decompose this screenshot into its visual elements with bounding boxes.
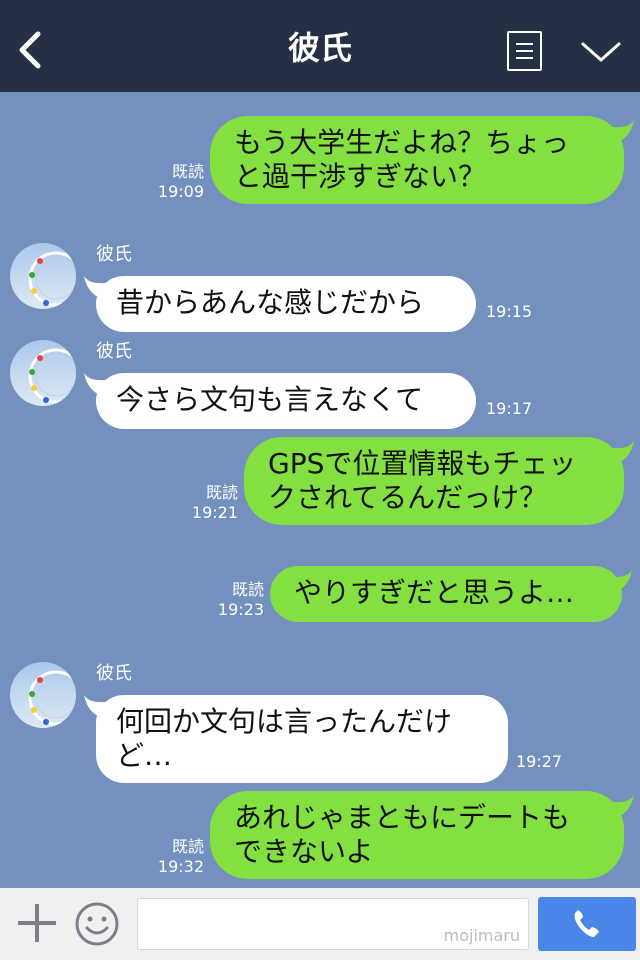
message-meta: 既読 19:09 xyxy=(150,162,204,202)
note-menu-icon[interactable] xyxy=(507,31,542,71)
input-bar: mojimaru xyxy=(0,888,640,960)
plus-icon[interactable] xyxy=(16,902,58,944)
message-text-line: 何回か文句は言ったんだけ xyxy=(116,705,453,738)
message-time: 19:15 xyxy=(486,302,533,321)
message-time: 19:17 xyxy=(486,399,533,418)
avatar[interactable] xyxy=(10,662,76,728)
bubble-tail xyxy=(604,570,632,594)
message-input[interactable]: mojimaru xyxy=(137,898,529,950)
ferris-wheel-photo xyxy=(28,251,76,307)
read-receipt: 既読 xyxy=(171,162,204,181)
watermark-text: mojimaru xyxy=(443,926,520,945)
message-text-line: ど… xyxy=(116,739,173,772)
message-time: 19:32 xyxy=(157,857,204,876)
sender-name: 彼氏 xyxy=(96,663,132,684)
message-text-line: できないよ xyxy=(234,835,374,868)
incoming-message-bubble[interactable]: 何回か文句は言ったんだけ ど… xyxy=(84,695,508,783)
message-text-line: と過干渉すぎない？ xyxy=(234,160,487,193)
bubble-tail xyxy=(606,795,634,819)
message-text-line: クされてるんだっけ？ xyxy=(268,481,548,514)
bubble-tail xyxy=(84,695,112,719)
read-receipt: 既読 xyxy=(231,580,264,599)
message-text-line: GPSで位置情報もチェッ xyxy=(268,447,577,480)
chat-area[interactable]: 既読 19:09 もう大学生だよね？ちょっ と過干渉すぎない？ 彼氏 昔からあん… xyxy=(0,92,640,888)
outgoing-message-bubble[interactable]: GPSで位置情報もチェッ クされてるんだっけ？ xyxy=(244,437,634,525)
message-time: 19:23 xyxy=(217,600,264,619)
call-button[interactable] xyxy=(538,897,636,951)
message-meta: 既読 19:21 xyxy=(184,483,238,523)
phone-icon xyxy=(574,910,599,937)
message-time: 19:09 xyxy=(157,182,204,201)
incoming-message-bubble[interactable]: 今さら文句も言えなくて xyxy=(84,373,476,429)
bubble-tail xyxy=(606,120,634,144)
ferris-wheel-photo xyxy=(28,670,76,726)
incoming-message-bubble[interactable]: 昔からあんな感じだから xyxy=(84,276,476,332)
message-time: 19:27 xyxy=(516,752,563,771)
message-meta: 既読 19:32 xyxy=(150,837,204,877)
ferris-wheel-photo xyxy=(28,348,76,404)
avatar[interactable] xyxy=(10,340,76,406)
bubble-tail xyxy=(84,276,112,300)
sender-name: 彼氏 xyxy=(96,341,132,362)
message-text-line: もう大学生だよね？ちょっ xyxy=(234,126,570,159)
message-time: 19:21 xyxy=(191,503,238,522)
message-text-line: 今さら文句も言えなくて xyxy=(116,383,424,416)
smiley-icon[interactable] xyxy=(74,901,120,947)
message-text-line: あれじゃまともにデートも xyxy=(234,801,571,834)
outgoing-message-bubble[interactable]: もう大学生だよね？ちょっ と過干渉すぎない？ xyxy=(210,116,634,204)
bubble-tail xyxy=(606,441,634,465)
read-receipt: 既読 xyxy=(171,837,204,856)
message-meta: 既読 19:23 xyxy=(210,580,264,620)
sender-name: 彼氏 xyxy=(96,244,132,265)
message-text-line: やりすぎだと思うよ… xyxy=(294,576,575,609)
message-text-line: 昔からあんな感じだから xyxy=(116,286,425,319)
read-receipt: 既読 xyxy=(205,483,238,502)
outgoing-message-bubble[interactable]: あれじゃまともにデートも できないよ xyxy=(210,791,634,879)
avatar[interactable] xyxy=(10,243,76,309)
chat-header: 彼氏 xyxy=(0,0,640,92)
chat-title: 彼氏 xyxy=(287,29,352,67)
outgoing-message-bubble[interactable]: やりすぎだと思うよ… xyxy=(270,566,632,622)
bubble-tail xyxy=(84,373,112,397)
chevron-down-icon[interactable] xyxy=(580,38,622,66)
